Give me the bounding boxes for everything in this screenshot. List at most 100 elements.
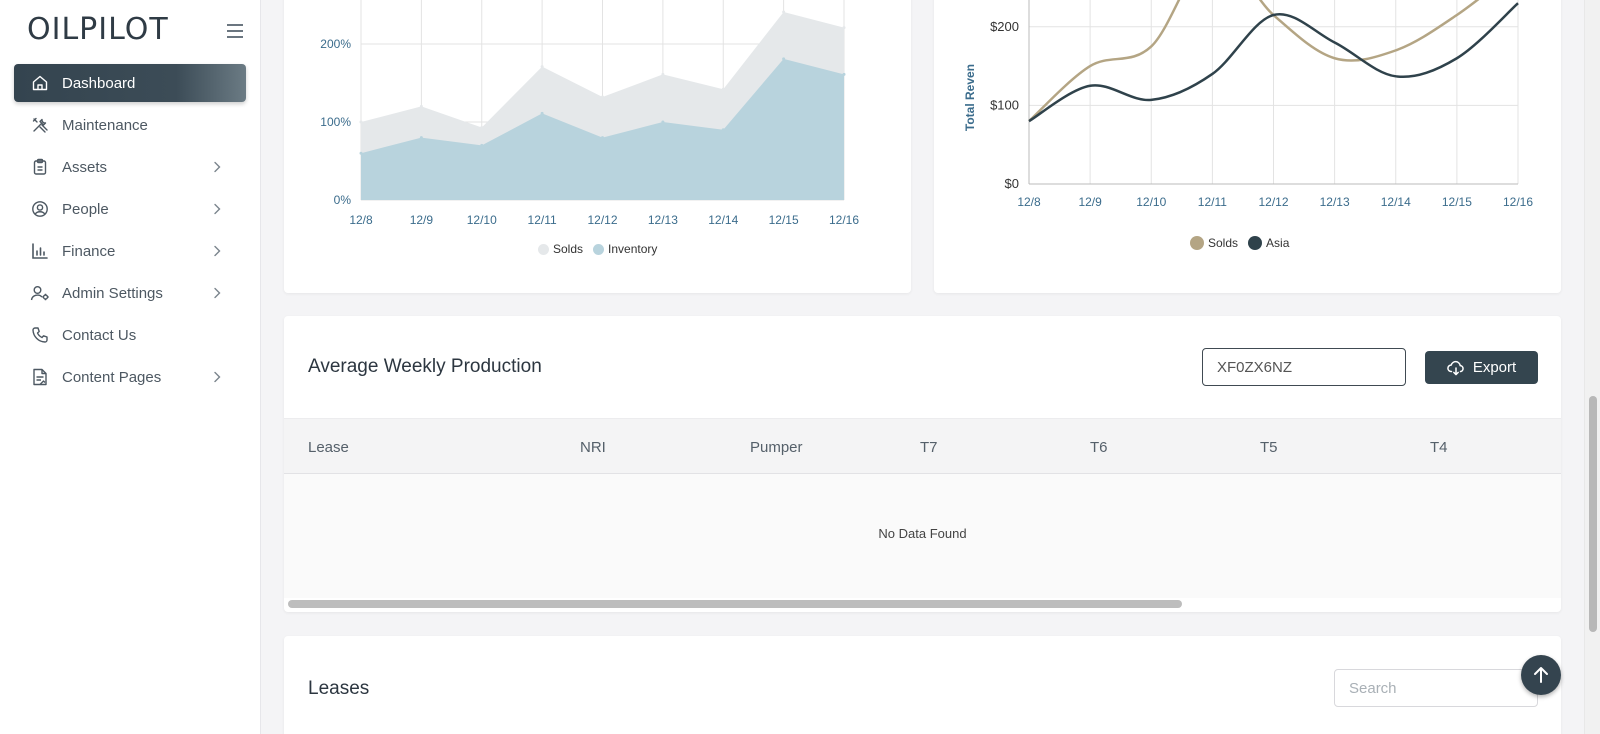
area-chart-legend: Solds Inventory xyxy=(538,242,667,256)
column-header-t5[interactable]: T5 xyxy=(1260,439,1278,456)
data-point xyxy=(721,128,725,132)
page-scrollbar-thumb[interactable] xyxy=(1589,396,1597,632)
data-point xyxy=(721,87,725,91)
data-point xyxy=(359,151,363,155)
y-tick-label: $100 xyxy=(990,97,1019,112)
sidebar-item-dashboard[interactable]: Dashboard xyxy=(14,64,246,102)
x-tick-label: 12/10 xyxy=(467,213,497,227)
area-chart-card: 0% 100% 200% 12/8 12/9 12/10 12/11 12/12 12/13 12… xyxy=(284,0,911,293)
tools-icon xyxy=(30,115,50,135)
legend-dot xyxy=(1190,236,1204,250)
x-tick-label: 12/11 xyxy=(1198,195,1227,209)
data-point xyxy=(842,72,846,76)
legend-item-inventory[interactable]: Inventory xyxy=(593,242,657,256)
x-tick-label: 12/9 xyxy=(410,213,434,227)
sidebar-item-label: Dashboard xyxy=(62,74,136,92)
legend-item-solds[interactable]: Solds xyxy=(1190,236,1238,250)
sidebar-item-label: Content Pages xyxy=(62,368,162,386)
clipboard-icon xyxy=(30,157,50,177)
sidebar-item-label: Maintenance xyxy=(62,116,148,134)
x-tick-label: 12/14 xyxy=(1381,195,1411,209)
sidebar: OILPILOT Dashboard Maintenance Assets Peopl… xyxy=(0,0,261,734)
leases-search-input[interactable] xyxy=(1334,669,1538,707)
cloud-download-icon xyxy=(1447,360,1465,376)
column-header-nri[interactable]: NRI xyxy=(580,439,606,456)
sidebar-item-label: Contact Us xyxy=(62,326,137,344)
table-body: No Data Found xyxy=(284,474,1561,598)
data-point xyxy=(480,125,484,129)
data-point xyxy=(601,136,604,140)
x-tick-label: 12/9 xyxy=(1078,195,1102,209)
chevron-right-icon xyxy=(210,370,224,384)
production-card: Average Weekly Production Export Lease N… xyxy=(284,316,1561,612)
data-point xyxy=(540,65,544,69)
hamburger-menu-icon[interactable] xyxy=(227,24,243,38)
document-icon xyxy=(30,367,50,387)
data-point xyxy=(540,111,544,115)
user-gear-icon xyxy=(30,283,50,303)
legend-label: Inventory xyxy=(608,242,658,256)
legend-label: Solds xyxy=(1208,236,1239,250)
chevron-right-icon xyxy=(210,244,224,258)
horizontal-scrollbar[interactable] xyxy=(288,600,1182,608)
home-icon xyxy=(30,73,50,93)
chevron-right-icon xyxy=(210,160,224,174)
x-tick-label: 12/8 xyxy=(1017,195,1041,209)
phone-icon xyxy=(30,325,50,345)
x-tick-label: 12/12 xyxy=(587,213,617,227)
data-point xyxy=(782,57,786,61)
arrow-up-icon xyxy=(1534,667,1548,683)
sidebar-item-label: Admin Settings xyxy=(62,284,163,302)
data-point xyxy=(661,72,665,76)
data-point xyxy=(419,104,423,108)
sidebar-item-label: Finance xyxy=(62,242,116,260)
column-header-pumper[interactable]: Pumper xyxy=(750,439,803,456)
chevron-right-icon xyxy=(210,202,224,216)
x-tick-label: 12/13 xyxy=(648,213,678,227)
y-tick-label: 200% xyxy=(320,37,351,51)
legend-label: Asia xyxy=(1266,236,1290,250)
column-header-t4[interactable]: T4 xyxy=(1430,439,1448,456)
x-tick-label: 12/12 xyxy=(1258,195,1288,209)
export-label: Export xyxy=(1472,359,1517,376)
sidebar-item-finance[interactable]: Finance xyxy=(14,232,246,270)
data-point xyxy=(661,120,665,124)
line-chart-legend: Solds Asia xyxy=(1190,236,1299,250)
legend-dot xyxy=(1248,236,1263,250)
sidebar-item-people[interactable]: People xyxy=(14,190,246,228)
y-axis-label: Total Reven xyxy=(963,64,977,131)
sidebar-item-contact-us[interactable]: Contact Us xyxy=(14,316,246,354)
y-tick-label: $0 xyxy=(1005,176,1019,191)
x-tick-label: 12/14 xyxy=(708,213,738,227)
export-button[interactable]: Export xyxy=(1425,351,1538,384)
legend-item-asia[interactable]: Asia xyxy=(1248,236,1289,250)
column-header-t6[interactable]: T6 xyxy=(1090,439,1108,456)
sidebar-item-assets[interactable]: Assets xyxy=(14,148,246,186)
x-tick-label: 12/11 xyxy=(528,213,557,227)
column-header-lease[interactable]: Lease xyxy=(308,439,349,456)
chevron-right-icon xyxy=(210,286,224,300)
x-tick-label: 12/13 xyxy=(1320,195,1350,209)
production-title: Average Weekly Production xyxy=(308,356,542,377)
legend-dot xyxy=(538,243,549,255)
x-tick-label: 12/10 xyxy=(1136,195,1166,209)
data-point xyxy=(480,143,484,147)
column-header-t7[interactable]: T7 xyxy=(920,439,938,456)
y-tick-label: 0% xyxy=(334,193,352,207)
table-header: Lease NRI Pumper T7 T6 T5 T4 xyxy=(284,418,1561,474)
x-tick-label: 12/15 xyxy=(1442,195,1472,209)
sidebar-item-admin-settings[interactable]: Admin Settings xyxy=(14,274,246,312)
sidebar-item-maintenance[interactable]: Maintenance xyxy=(14,106,246,144)
user-circle-icon xyxy=(30,199,50,219)
x-tick-label: 12/16 xyxy=(1503,195,1533,209)
legend-label: Solds xyxy=(553,242,584,256)
legend-item-solds[interactable]: Solds xyxy=(538,242,583,256)
y-tick-label: 100% xyxy=(320,115,351,129)
y-tick-label: $200 xyxy=(990,19,1019,34)
app-logo[interactable]: OILPILOT xyxy=(27,12,169,47)
production-filter-input[interactable] xyxy=(1202,348,1406,386)
sidebar-item-content-pages[interactable]: Content Pages xyxy=(14,358,246,396)
sidebar-item-label: Assets xyxy=(62,158,108,176)
back-to-top-button[interactable] xyxy=(1521,655,1561,695)
leases-card: Leases xyxy=(284,636,1561,734)
